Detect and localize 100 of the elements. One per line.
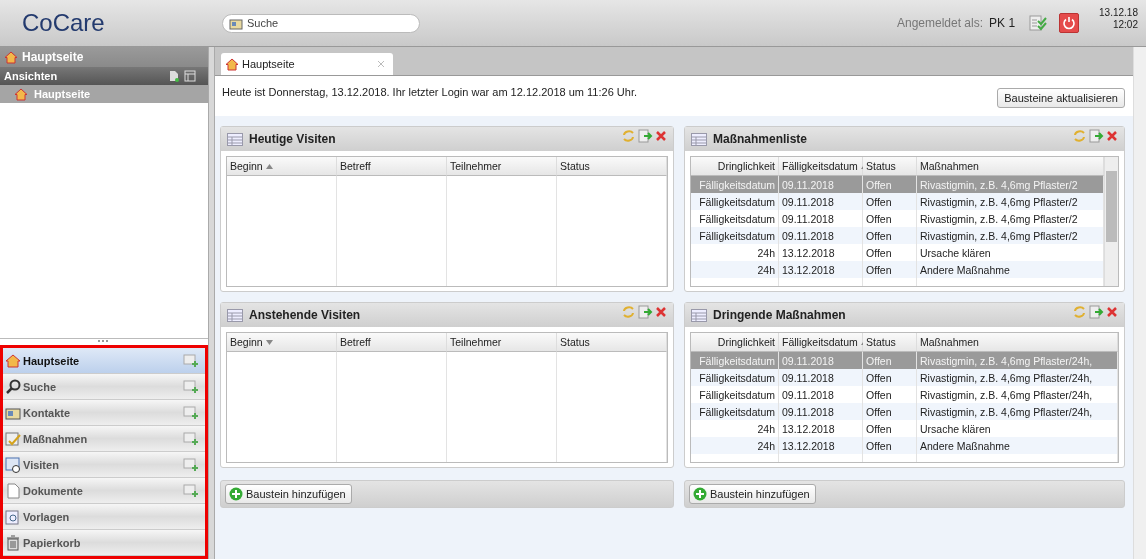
export-icon[interactable] [1089,305,1104,319]
refresh-icon[interactable] [1072,305,1087,319]
panel-title: Maßnahmenliste [713,132,808,146]
layout-icon[interactable] [184,70,196,82]
close-icon[interactable] [1106,306,1118,318]
panel-title: Dringende Maßnahmen [713,308,846,322]
time-label: 12:02 [1112,19,1138,31]
nav-label: Papierkorb [23,536,81,549]
table-icon [227,132,243,146]
column-header[interactable]: Betreff [337,157,447,176]
refresh-modules-button[interactable]: Bausteine aktualisieren [997,88,1125,108]
add-module-button[interactable]: Baustein hinzufügen [225,484,352,504]
user-name: PK 1 [989,16,1016,30]
power-button[interactable] [1059,13,1080,33]
nav-item[interactable]: Papierkorb [3,530,205,556]
column-header[interactable]: Maßnahmen [917,157,1104,176]
close-icon[interactable] [655,130,667,142]
refresh-icon[interactable] [1072,129,1087,143]
table-row[interactable]: 24h 13.12.2018 Offen Andere Maßnahme [691,261,1104,278]
export-icon[interactable] [1089,129,1104,143]
column-header[interactable]: Fälligkeitsdatum [779,333,863,352]
column-header[interactable]: Dringlichkeit [691,157,779,176]
welcome-message: Heute ist Donnerstag, 13.12.2018. Ihr letzter Login war am 12.12.2018 um 11:26 Uhr. [222,86,637,98]
checklist-icon [5,430,21,447]
table-row[interactable]: Fälligkeitsdatum 09.11.2018 Offen Rivastigmin, z.B. 4,6mg Pflaster/24h, [691,403,1118,420]
add-icon [229,487,243,501]
add-window-icon[interactable] [183,483,199,498]
home-icon [4,50,18,64]
column-header[interactable]: Status [557,333,667,352]
contact-card-icon [229,17,243,30]
nav-item[interactable]: Visiten [3,452,205,478]
export-icon[interactable] [638,129,653,143]
nav-item[interactable]: Suche [3,374,205,400]
close-icon[interactable] [1106,130,1118,142]
add-window-icon[interactable] [183,457,199,472]
column-header[interactable]: Dringlichkeit [691,333,779,352]
document-icon [5,482,21,499]
table-row[interactable]: Fälligkeitsdatum 09.11.2018 Offen Rivastigmin, z.B. 4,6mg Pflaster/2 [691,193,1104,210]
table-icon [691,132,707,146]
template-icon [5,508,21,525]
column-header[interactable]: Teilnehmer [447,333,557,352]
add-module-button[interactable]: Baustein hinzufügen [689,484,816,504]
nav-item[interactable]: Kontakte [3,400,205,426]
scrollbar[interactable] [1133,47,1146,559]
nav-label: Suche [23,380,56,393]
nav-item[interactable]: Hauptseite [3,348,205,374]
column-header[interactable]: Maßnahmen [917,333,1118,352]
column-header[interactable]: Status [863,157,917,176]
splitter[interactable] [208,47,215,559]
checklist-icon[interactable] [1029,15,1048,31]
table-row[interactable]: Fälligkeitsdatum 09.11.2018 Offen Rivastigmin, z.B. 4,6mg Pflaster/2 [691,227,1104,244]
login-label: Angemeldet als: [897,16,984,30]
date-label: 13.12.18 [1099,7,1138,19]
nav-item[interactable]: Dokumente [3,478,205,504]
sidebar-title: Hauptseite [22,50,84,64]
column-header[interactable]: Fälligkeitsdatum [779,157,863,176]
nav-label: Vorlagen [23,510,70,523]
scrollbar[interactable] [1104,157,1118,286]
close-icon[interactable] [377,60,385,68]
add-window-icon[interactable] [183,353,199,368]
home-icon [5,352,21,369]
panel-title: Heutige Visiten [249,132,336,146]
trash-icon [5,534,21,551]
table-icon [691,308,707,322]
new-document-icon[interactable] [169,70,179,82]
nav-item[interactable]: Maßnahmen [3,426,205,452]
table-row[interactable]: 24h 13.12.2018 Offen Andere Maßnahme [691,437,1118,454]
refresh-icon[interactable] [621,305,636,319]
add-icon [693,487,707,501]
app-logo: CoCare [21,9,106,37]
nav-label: Visiten [23,458,59,471]
nav-label: Kontakte [23,406,71,419]
column-header[interactable]: Betreff [337,333,447,352]
nav-label: Maßnahmen [23,432,88,445]
add-window-icon[interactable] [183,405,199,420]
refresh-icon[interactable] [621,129,636,143]
nav-item[interactable]: Vorlagen [3,504,205,530]
nav-label: Hauptseite [23,354,80,367]
panel-title: Anstehende Visiten [249,308,361,322]
column-header[interactable]: Beginn [227,333,337,352]
home-icon [14,87,28,101]
column-header[interactable]: Status [863,333,917,352]
export-icon[interactable] [638,305,653,319]
column-header[interactable]: Beginn [227,157,337,176]
views-label: Ansichten [4,70,58,82]
add-window-icon[interactable] [183,431,199,446]
calendar-clock-icon [5,456,21,473]
view-label: Hauptseite [34,88,91,100]
home-icon [225,57,239,71]
table-icon [227,308,243,322]
tab-label: Hauptseite [242,58,295,70]
column-header[interactable]: Teilnehmer [447,157,557,176]
close-icon[interactable] [655,306,667,318]
search-icon [5,378,21,395]
search-field[interactable]: Suche [222,13,420,33]
table-row[interactable]: Fälligkeitsdatum 09.11.2018 Offen Rivastigmin, z.B. 4,6mg Pflaster/24h, [691,369,1118,386]
tab[interactable]: Hauptseite [221,53,393,75]
column-header[interactable]: Status [557,157,667,176]
nav-label: Dokumente [23,484,83,497]
add-window-icon[interactable] [183,379,199,394]
